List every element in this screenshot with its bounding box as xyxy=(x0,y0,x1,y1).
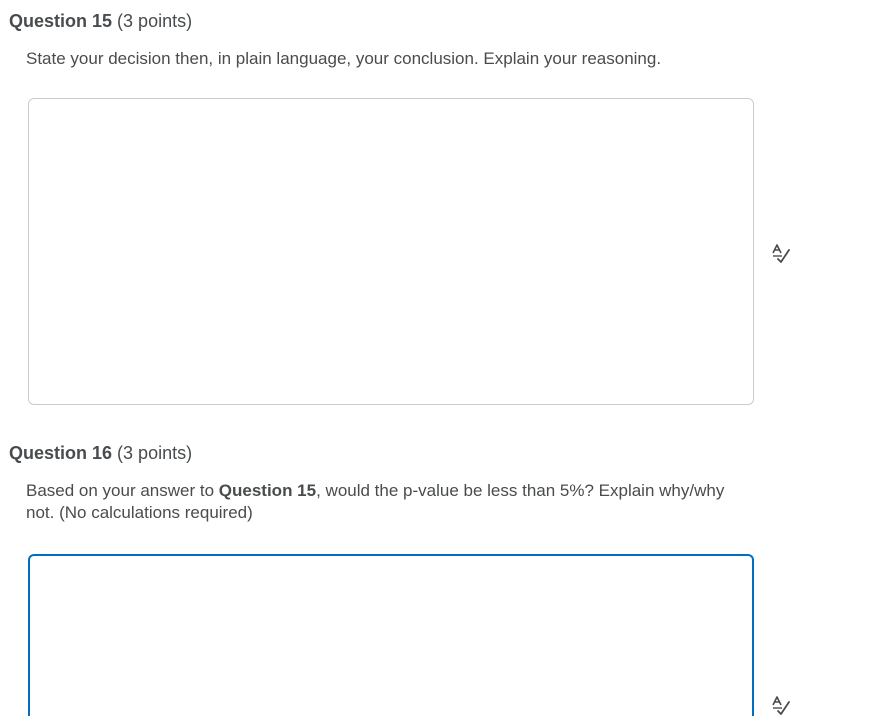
spellcheck-icon[interactable] xyxy=(770,242,792,264)
question-title: Question 15 xyxy=(9,11,113,31)
question-points: (3 points) xyxy=(117,443,193,463)
question-16-header: Question 16 (3 points) xyxy=(9,442,192,464)
question-16-prompt: Based on your answer to Question 15, wou… xyxy=(26,480,731,524)
prompt-question-reference: Question 15 xyxy=(218,481,317,500)
question-points: (3 points) xyxy=(117,11,193,31)
quiz-page: Question 15 (3 points) State your decisi… xyxy=(0,0,875,716)
question-15-prompt: State your decision then, in plain langu… xyxy=(26,49,662,68)
question-16-answer-field[interactable] xyxy=(28,554,754,716)
question-15-answer-field[interactable] xyxy=(28,98,754,405)
spellcheck-icon[interactable] xyxy=(770,694,792,716)
question-title: Question 16 xyxy=(9,443,113,463)
prompt-text: Based on your answer to xyxy=(26,481,219,500)
question-15-header: Question 15 (3 points) xyxy=(9,10,192,32)
